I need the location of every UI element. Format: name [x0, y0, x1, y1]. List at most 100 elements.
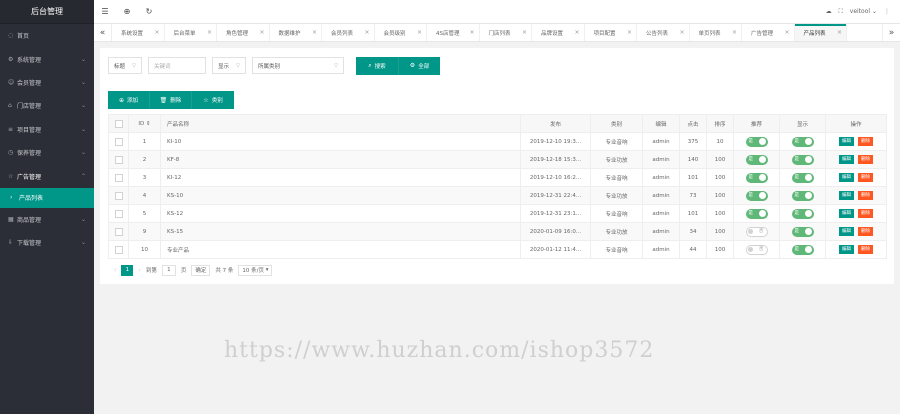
fullscreen-icon[interactable]: ⛶: [839, 8, 843, 16]
category-button[interactable]: ☆ 类别: [192, 91, 234, 109]
show-toggle[interactable]: 是: [791, 190, 814, 201]
all-button[interactable]: ⚙ 全部: [398, 56, 440, 75]
tab-scroll-right-icon[interactable]: »: [882, 24, 900, 41]
tab[interactable]: 数据维护 ×: [270, 24, 322, 41]
page-size-select[interactable]: 10 条/页 ▾: [238, 264, 273, 276]
close-icon[interactable]: ×: [522, 29, 527, 36]
show-toggle[interactable]: 是: [791, 172, 814, 183]
close-icon[interactable]: ×: [312, 29, 317, 36]
show-toggle[interactable]: 是: [791, 226, 814, 237]
delete-row-button[interactable]: 删除: [858, 209, 873, 218]
close-icon[interactable]: ×: [259, 29, 264, 36]
close-icon[interactable]: ×: [207, 29, 212, 36]
edit-button[interactable]: 编辑: [839, 155, 854, 164]
delete-row-button[interactable]: 删除: [858, 155, 873, 164]
tab[interactable]: 项目配置 ×: [585, 24, 637, 41]
tab[interactable]: 系统设置 ×: [112, 24, 165, 41]
menu-toggle-icon[interactable]: ☰: [94, 7, 116, 16]
tab-scroll-left-icon[interactable]: «: [94, 24, 112, 41]
edit-button[interactable]: 编辑: [839, 173, 854, 182]
close-icon[interactable]: ×: [732, 29, 737, 36]
sidebar-item[interactable]: ≡ 项目管理 ⌄: [0, 118, 94, 141]
close-icon[interactable]: ×: [837, 29, 842, 36]
prev-page-icon[interactable]: ‹: [114, 267, 116, 274]
tab[interactable]: 角色管理 ×: [217, 24, 270, 41]
user-menu[interactable]: veitool ⌄: [850, 8, 877, 15]
close-icon[interactable]: ×: [154, 29, 159, 36]
keyword-input[interactable]: 关键词: [148, 57, 206, 74]
recommend-toggle[interactable]: 否: [745, 226, 768, 237]
delete-row-button[interactable]: 删除: [858, 173, 873, 182]
close-icon[interactable]: ×: [679, 29, 684, 36]
row-checkbox[interactable]: [108, 222, 129, 241]
add-button[interactable]: ⊕ 添加: [108, 91, 150, 109]
show-toggle[interactable]: 是: [791, 136, 814, 147]
globe-icon[interactable]: ⊕: [116, 7, 138, 16]
delete-row-button[interactable]: 删除: [858, 245, 873, 254]
show-toggle[interactable]: 是: [791, 244, 814, 255]
delete-row-button[interactable]: 删除: [858, 191, 873, 200]
tab[interactable]: 品牌设置 ×: [532, 24, 585, 41]
recommend-toggle[interactable]: 是: [745, 190, 768, 201]
sidebar-subitem-product-list[interactable]: › 产品列表: [0, 187, 94, 208]
close-icon[interactable]: ×: [784, 29, 789, 36]
state-select[interactable]: 显示 ▽: [212, 57, 246, 74]
close-icon[interactable]: ×: [417, 29, 422, 36]
tab[interactable]: 4S店管理 ×: [427, 24, 480, 41]
tab[interactable]: 产品列表 ×: [794, 24, 847, 41]
row-checkbox[interactable]: [108, 168, 129, 187]
sidebar-item[interactable]: ◌ 首页: [0, 24, 94, 47]
row-checkbox[interactable]: [108, 240, 129, 259]
refresh-icon[interactable]: ↻: [138, 7, 160, 16]
tab[interactable]: 广告管理 ×: [742, 24, 795, 41]
page-current[interactable]: 1: [121, 264, 134, 276]
sidebar-item[interactable]: ⚙ 系统管理 ⌄: [0, 47, 94, 70]
row-checkbox[interactable]: [108, 150, 129, 169]
show-toggle[interactable]: 是: [791, 154, 814, 165]
sidebar-item[interactable]: ⇩ 下载管理 ⌄: [0, 231, 94, 254]
col-id[interactable]: ID ⇕: [128, 114, 161, 133]
tab[interactable]: 单页列表 ×: [690, 24, 742, 41]
tab[interactable]: 门店列表 ×: [480, 24, 532, 41]
delete-row-button[interactable]: 删除: [858, 137, 873, 146]
delete-row-button[interactable]: 删除: [858, 227, 873, 236]
recommend-toggle[interactable]: 是: [745, 154, 768, 165]
sidebar-item[interactable]: ▦ 商品管理 ⌄: [0, 208, 94, 231]
page-input[interactable]: 1: [161, 264, 176, 276]
recommend-toggle[interactable]: 是: [745, 208, 768, 219]
page-confirm-button[interactable]: 确定: [191, 264, 211, 276]
edit-button[interactable]: 编辑: [839, 227, 854, 236]
close-icon[interactable]: ×: [364, 29, 369, 36]
tab[interactable]: 会员列表 ×: [322, 24, 375, 41]
recommend-toggle[interactable]: 是: [745, 136, 768, 147]
recommend-toggle[interactable]: 否: [745, 244, 768, 255]
sidebar-item[interactable]: ⌂ 门店管理 ⌄: [0, 94, 94, 117]
edit-button[interactable]: 编辑: [839, 137, 854, 146]
more-icon[interactable]: ⋮: [884, 8, 890, 15]
recommend-toggle[interactable]: 是: [745, 172, 768, 183]
delete-button[interactable]: 🗑 删除: [150, 91, 192, 109]
tab[interactable]: 公告列表 ×: [637, 24, 690, 41]
select-all-checkbox[interactable]: [108, 114, 129, 133]
cloud-icon[interactable]: ☁: [826, 8, 832, 15]
edit-button[interactable]: 编辑: [839, 245, 854, 254]
cell-time: 2020-01-12 11:4...: [520, 240, 591, 259]
edit-button[interactable]: 编辑: [839, 209, 854, 218]
close-icon[interactable]: ×: [627, 29, 632, 36]
next-page-icon[interactable]: ›: [138, 267, 140, 274]
edit-button[interactable]: 编辑: [839, 191, 854, 200]
close-icon[interactable]: ×: [574, 29, 579, 36]
sidebar-item[interactable]: ☺ 会员管理 ⌄: [0, 71, 94, 94]
field-select[interactable]: 标题 ▽: [108, 57, 142, 74]
sidebar-item[interactable]: ◷ 保养管理 ⌄: [0, 141, 94, 164]
tab[interactable]: 后台菜单 ×: [165, 24, 217, 41]
sidebar-item[interactable]: ☆ 广告管理 ⌃: [0, 164, 94, 187]
row-checkbox[interactable]: [108, 186, 129, 205]
category-select[interactable]: 所属类别 ▽: [252, 57, 344, 74]
show-toggle[interactable]: 是: [791, 208, 814, 219]
search-button[interactable]: ⌕ 搜索: [356, 56, 398, 75]
row-checkbox[interactable]: [108, 204, 129, 223]
close-icon[interactable]: ×: [469, 29, 474, 36]
tab[interactable]: 会员级别 ×: [375, 24, 427, 41]
row-checkbox[interactable]: [108, 132, 129, 151]
